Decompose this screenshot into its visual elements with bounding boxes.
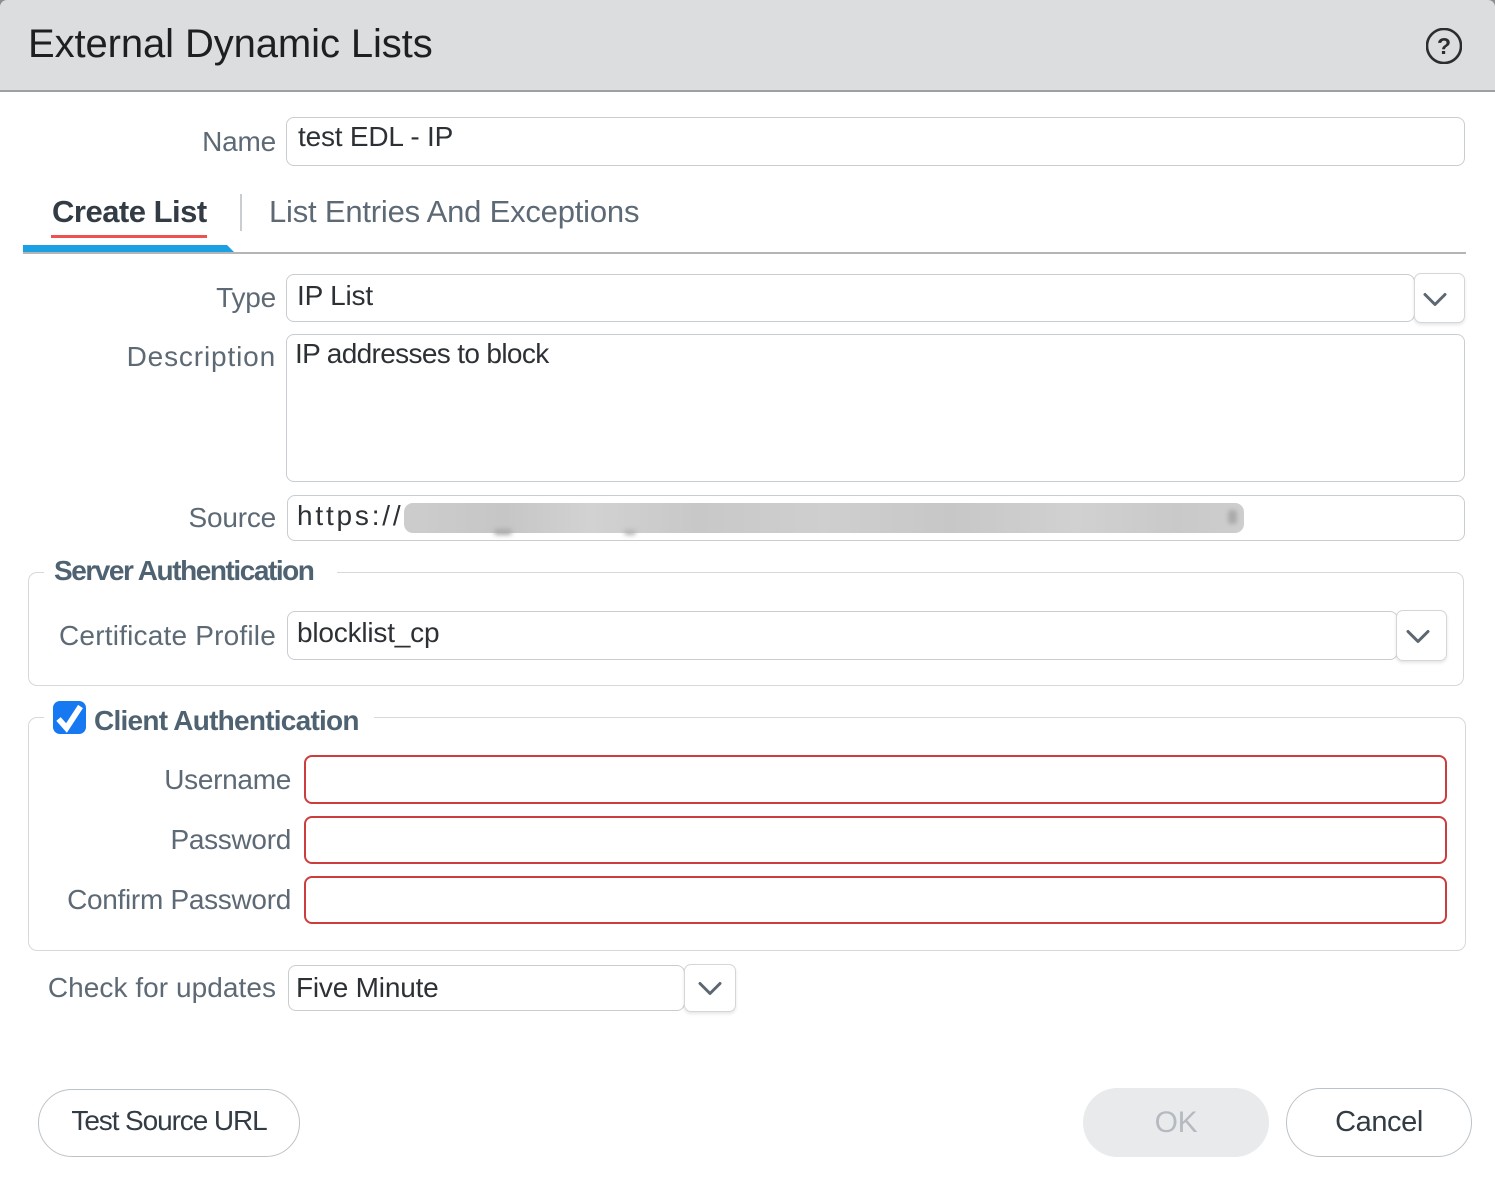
svg-text:?: ? <box>1437 33 1451 59</box>
